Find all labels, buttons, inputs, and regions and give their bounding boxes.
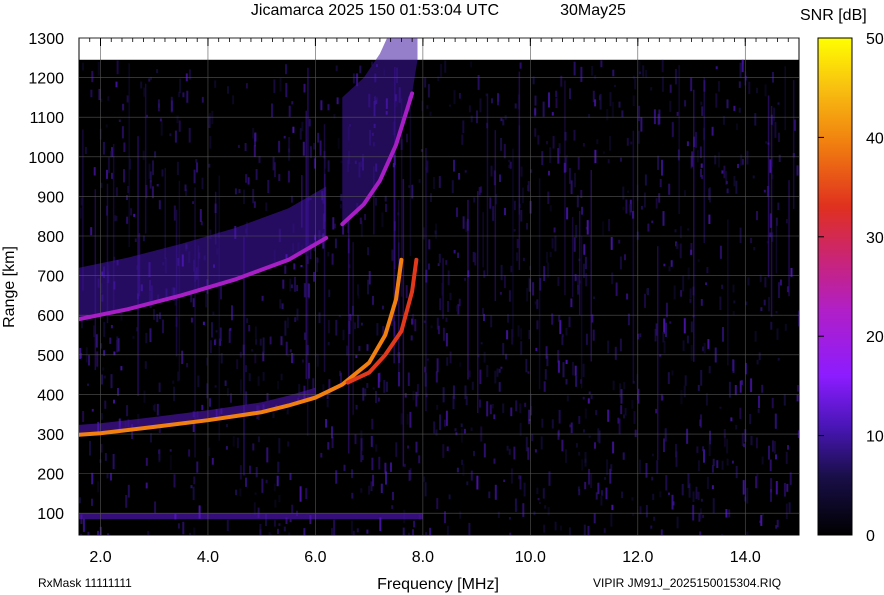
x-tick-label: 8.0	[412, 549, 434, 566]
y-tick-label: 1100	[30, 110, 65, 127]
x-tick-label: 14.0	[730, 549, 761, 566]
x-axis-label: Frequency [MHz]	[377, 576, 499, 593]
rxmask-label: RxMask 11111111	[38, 576, 132, 590]
colorbar-tick-label: 40	[866, 130, 884, 147]
y-tick-label: 1000	[28, 150, 64, 167]
colorbar-tick-label: 50	[866, 31, 884, 48]
file-label: VIPIR JM91J_2025150015304.RIQ	[593, 576, 781, 590]
colorbar-label: SNR [dB]	[800, 7, 867, 24]
y-tick-label: 1200	[28, 71, 64, 88]
low-range-band	[79, 513, 423, 520]
x-tick-label: 4.0	[197, 549, 219, 566]
y-tick-label: 900	[37, 189, 64, 206]
y-axis-label: Range [km]	[1, 246, 18, 328]
y-tick-label: 700	[37, 269, 64, 286]
y-tick-label: 600	[37, 308, 64, 325]
y-tick-label: 800	[37, 229, 64, 246]
chart-date: 30May25	[560, 2, 626, 19]
y-tick-label: 500	[37, 348, 64, 365]
y-tick-label: 1300	[28, 31, 64, 48]
x-tick-label: 12.0	[622, 549, 653, 566]
chart-title: Jicamarca 2025 150 01:53:04 UTC	[251, 2, 499, 19]
colorbar	[817, 37, 853, 536]
colorbar-tick-label: 30	[866, 230, 884, 247]
y-tick-label: 200	[37, 467, 64, 484]
colorbar-tick-label: 20	[866, 329, 884, 346]
x-tick-label: 2.0	[89, 549, 111, 566]
y-tick-label: 100	[37, 506, 64, 523]
colorbar-tick-label: 10	[866, 429, 884, 446]
y-tick-label: 400	[37, 387, 64, 404]
ionogram-chart: Jicamarca 2025 150 01:53:04 UTC 30May25 …	[1, 2, 884, 593]
colorbar-tick-label: 0	[866, 528, 875, 545]
y-tick-label: 300	[37, 427, 64, 444]
x-tick-label: 10.0	[515, 549, 546, 566]
x-tick-label: 6.0	[304, 549, 326, 566]
